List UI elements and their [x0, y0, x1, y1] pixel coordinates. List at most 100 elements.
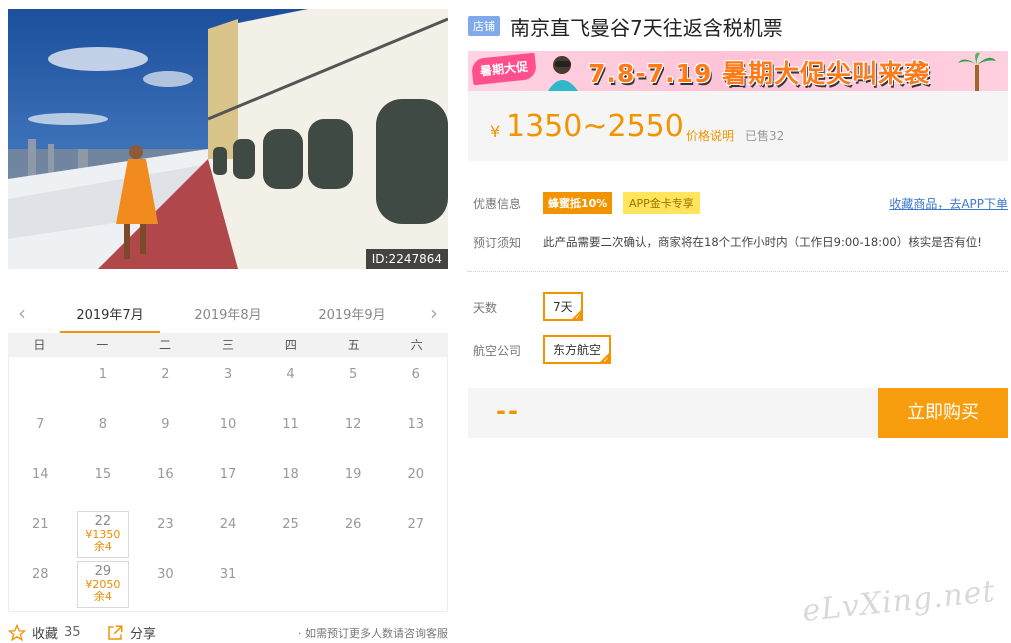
calendar-day-number: 17 — [219, 467, 237, 482]
weekday-label: 三 — [222, 338, 235, 352]
app-gold-card-tag: APP金卡专享 — [623, 192, 700, 214]
booking-notice-label: 预订须知 — [473, 236, 522, 250]
share-icon — [108, 625, 123, 640]
tab-month-july[interactable]: 2019年7月 — [60, 304, 160, 333]
calendar-day: 30 — [134, 559, 197, 609]
days-option-7[interactable]: 7天 ✓ — [543, 292, 583, 321]
honey-discount-tag: 蜂蜜抵10% — [543, 192, 613, 214]
calendar-day-number: 26 — [344, 517, 362, 532]
calendar-day-available[interactable]: 22 ¥1350 余4 — [76, 511, 130, 558]
calendar-day-number: 24 — [219, 517, 237, 532]
calendar-day: 31 — [197, 559, 260, 609]
weekday-label: 六 — [410, 338, 423, 352]
calendar-day: 1 — [72, 359, 135, 409]
buy-now-button[interactable]: 立即购买 — [878, 388, 1008, 438]
calendar-day-number: 10 — [219, 417, 237, 432]
calendar-day: 6 — [384, 359, 447, 409]
calendar-day: 4 — [259, 359, 322, 409]
calendar-day-number: 25 — [282, 517, 299, 532]
calendar-day: 13 — [384, 409, 447, 459]
calendar-day: 24 — [197, 509, 260, 559]
chevron-left-icon[interactable]: ‹ — [12, 302, 32, 326]
calendar-day: 25 — [259, 509, 322, 559]
calendar-day-number: 6 — [411, 367, 420, 382]
airline-option-eastern[interactable]: 东方航空 ✓ — [543, 335, 612, 364]
calendar-weekday-header: 日 一 二 三 四 五 六 — [8, 333, 448, 357]
calendar-day-stock: 余4 — [93, 590, 112, 603]
calendar-day: 26 — [322, 509, 385, 559]
chevron-right-icon[interactable]: › — [424, 302, 444, 326]
favorite-go-app-link[interactable]: 收藏商品，去APP下单 — [889, 195, 1008, 212]
airline-option-label: 东方航空 — [553, 343, 602, 357]
days-label: 天数 — [473, 301, 498, 315]
total-price: -- — [496, 397, 520, 425]
calendar-day: 28 — [9, 559, 72, 609]
calendar-day: 5 — [322, 359, 385, 409]
calendar-day-stock: 余4 — [93, 540, 112, 553]
promo-banner[interactable]: 暑期大促 7.8-7.19 暑期大促尖叫来袭 — [468, 51, 1008, 91]
calendar-day: 3 — [197, 359, 260, 409]
booking-notice-text: 此产品需要二次确认，商家将在18个工作小时内（工作日9:00-18:00）核实是… — [543, 235, 982, 249]
calendar-day-number: 20 — [407, 467, 424, 482]
weekday-label: 五 — [347, 338, 360, 352]
days-option-label: 7天 — [553, 300, 573, 314]
calendar-day-number: 1 — [98, 367, 107, 382]
price-range: 1350~2550 — [506, 109, 684, 144]
weekday-label: 一 — [96, 338, 109, 352]
weekday-label: 二 — [159, 338, 172, 352]
weekday-label: 日 — [33, 338, 46, 352]
buy-bar: -- 立即购买 — [468, 388, 1008, 438]
check-icon: ✓ — [603, 356, 610, 364]
calendar-day-number: 5 — [348, 367, 358, 382]
contact-service-note: · 如需预订更多人数请咨询客服 — [298, 627, 448, 640]
check-icon: ✓ — [574, 313, 581, 321]
calendar-day-number: 9 — [161, 417, 170, 432]
calendar-day-number: 7 — [36, 417, 45, 432]
calendar-grid: 1 2 3 4 5 6 7 8 9 10 11 12 13 14 15 16 17 18 19 20 21 22 ¥1350… — [8, 357, 448, 612]
calendar-day-number: 22 — [94, 514, 112, 529]
calendar-day: 17 — [197, 459, 260, 509]
price-explanation-link[interactable]: 价格说明 — [686, 127, 734, 144]
calendar-day-number: 19 — [344, 467, 362, 482]
calendar-day-number: 18 — [282, 467, 299, 482]
calendar-day-available[interactable]: 29 ¥2050 余4 — [76, 561, 130, 608]
photo-id-label: ID:2247864 — [365, 249, 448, 269]
store-tag[interactable]: 店铺 — [468, 16, 500, 36]
divider — [468, 271, 1008, 272]
calendar-day-number: 23 — [157, 517, 174, 532]
promo-text: 7.8-7.19 暑期大促尖叫来袭 — [588, 59, 931, 88]
calendar-day: 2 — [134, 359, 197, 409]
weekday-label: 四 — [284, 338, 297, 352]
calendar-day-number: 4 — [286, 367, 295, 382]
calendar-day: 16 — [134, 459, 197, 509]
calendar-day: 11 — [259, 409, 322, 459]
calendar-day-number: 27 — [407, 517, 424, 532]
calendar-day-number: 21 — [32, 517, 49, 532]
calendar-day: 23 — [134, 509, 197, 559]
calendar-month-nav: ‹ 2019年7月 2019年8月 2019年9月 › — [8, 296, 448, 333]
calendar-day: 27 — [384, 509, 447, 559]
calendar-day: 21 — [9, 509, 72, 559]
promo-badge: 暑期大促 — [470, 52, 538, 86]
calendar-day-number: 12 — [344, 417, 362, 432]
calendar-day-number: 2 — [161, 367, 170, 382]
product-title-row: 店铺 南京直飞曼谷7天往返含税机票 — [468, 12, 1008, 40]
favorite-button[interactable]: 收藏 35 — [8, 623, 81, 642]
calendar-day: 19 — [322, 459, 385, 509]
tab-month-august[interactable]: 2019年8月 — [182, 304, 274, 323]
price-box: ¥ 1350~2550 价格说明 已售32 — [468, 91, 1008, 161]
calendar-day-number: 14 — [32, 467, 49, 482]
calendar-day: 9 — [134, 409, 197, 459]
product-photo: ID:2247864 — [8, 9, 448, 269]
calendar-day-number: 30 — [157, 567, 174, 582]
share-button[interactable]: 分享 — [106, 623, 156, 642]
calendar-day-number: 31 — [219, 567, 237, 582]
calendar-day: 7 — [9, 409, 72, 459]
palm-tree-icon — [958, 52, 996, 91]
discount-label: 优惠信息 — [473, 197, 522, 211]
calendar-day-number: 11 — [282, 417, 299, 432]
sold-count: 已售32 — [745, 129, 785, 143]
tab-month-september[interactable]: 2019年9月 — [306, 304, 398, 323]
calendar-day-number: 8 — [98, 417, 107, 432]
calendar-day — [9, 359, 72, 409]
